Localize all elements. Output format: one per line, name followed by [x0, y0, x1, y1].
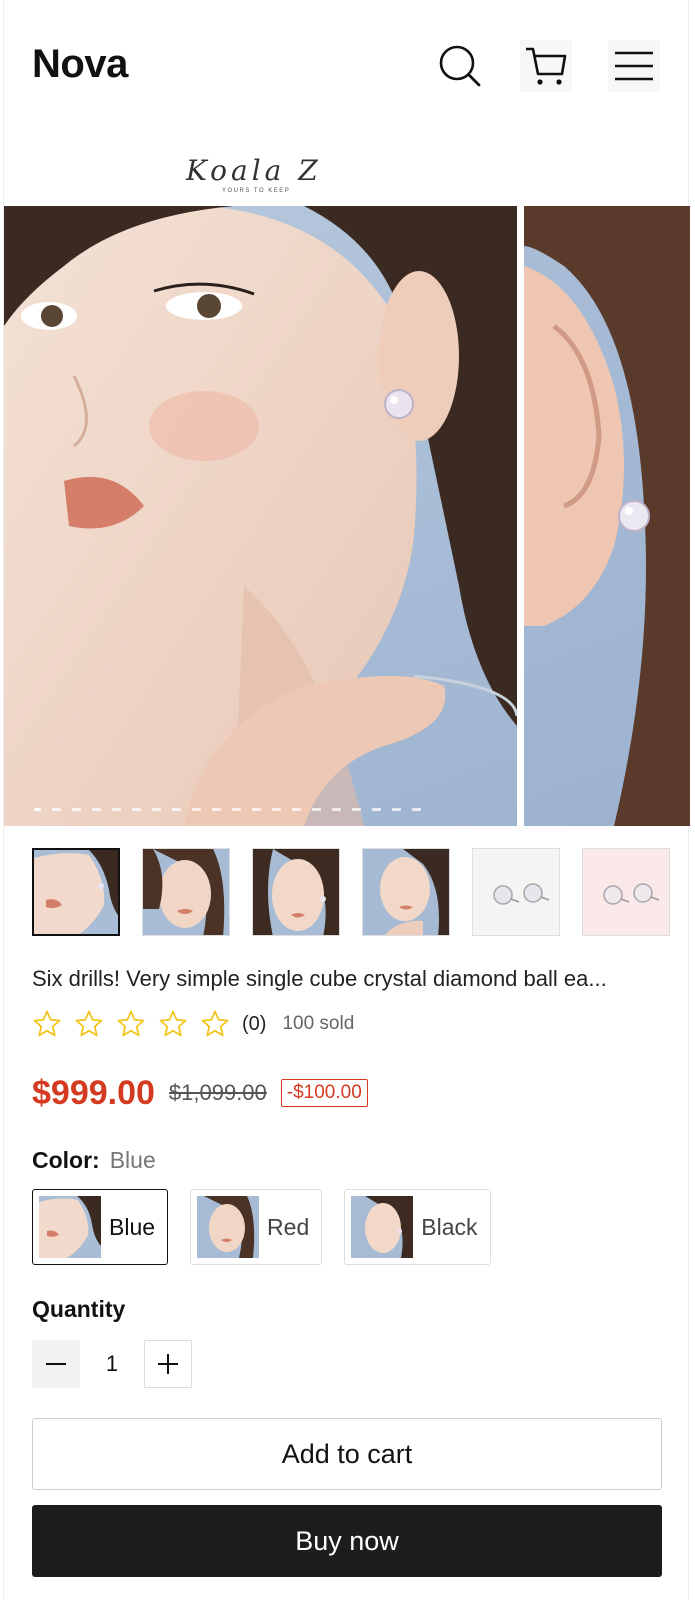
pagination-dot[interactable]	[112, 808, 121, 811]
quantity-stepper: 1	[32, 1340, 192, 1388]
pagination-dot[interactable]	[412, 808, 421, 811]
star-icon	[117, 1010, 145, 1037]
compare-price: $1,099.00	[168, 1080, 267, 1105]
thumbnail-image	[363, 849, 449, 935]
thumbnail-6[interactable]	[582, 848, 670, 936]
swatch-image	[197, 1196, 260, 1258]
pagination-dot[interactable]	[192, 808, 201, 811]
pagination-dot[interactable]	[392, 808, 401, 811]
star-icon	[201, 1010, 229, 1037]
svg-text:YOURS TO KEEP: YOURS TO KEEP	[222, 188, 290, 194]
pagination-dot[interactable]	[172, 808, 181, 811]
thumbnail-image	[253, 849, 339, 935]
discount-badge: -$100.00	[280, 1079, 368, 1107]
pagination-dot[interactable]	[272, 808, 281, 811]
star-icon	[159, 1010, 187, 1037]
quantity-value[interactable]: 1	[80, 1351, 144, 1377]
brand-name[interactable]: Nova	[32, 42, 128, 87]
product-rating[interactable]: (0) 100 sold	[32, 1009, 354, 1039]
swatch-blue[interactable]: Blue	[32, 1189, 169, 1265]
swatch-red[interactable]: Red	[190, 1189, 323, 1265]
star-icon	[33, 1010, 61, 1037]
model-ear-closeup-image	[524, 206, 690, 826]
swatch-black[interactable]: Black	[344, 1189, 491, 1265]
pagination-dot[interactable]	[332, 808, 341, 811]
sale-price: $999.00	[32, 1073, 155, 1112]
swatch-image	[39, 1196, 101, 1258]
pagination-dot[interactable]	[152, 808, 161, 811]
swatch-label: Red	[267, 1213, 310, 1240]
page-frame: Nova Koala Z YOURS TO KEEP Six drills! V…	[3, 0, 690, 1600]
color-swatches: Blue Red Black	[32, 1189, 491, 1265]
pagination-dot[interactable]	[72, 808, 81, 811]
add-to-cart-button[interactable]: Add to cart	[32, 1418, 662, 1490]
plus-icon	[158, 1354, 178, 1374]
option-selected-value: Blue	[109, 1147, 156, 1173]
sold-count: 100 sold	[282, 1013, 355, 1034]
product-gallery[interactable]	[4, 206, 690, 826]
cart-icon	[526, 47, 567, 85]
quantity-decrease-button[interactable]	[32, 1340, 80, 1388]
pagination-dot[interactable]	[132, 808, 141, 811]
menu-button[interactable]	[608, 40, 660, 92]
buy-now-button[interactable]: Buy now	[32, 1505, 662, 1577]
thumbnail-image	[143, 849, 229, 935]
pagination-dot[interactable]	[212, 808, 221, 811]
star-icon	[75, 1010, 103, 1037]
product-title: Six drills! Very simple single cube crys…	[32, 966, 607, 991]
gallery-slide-main[interactable]	[4, 206, 517, 826]
cart-button[interactable]	[520, 40, 572, 92]
menu-icon	[615, 51, 653, 81]
thumbnail-image	[583, 849, 669, 935]
thumbnail-4[interactable]	[362, 848, 450, 936]
thumbnail-2[interactable]	[142, 848, 230, 936]
thumbnail-image	[34, 850, 118, 934]
pagination-dot[interactable]	[292, 808, 301, 811]
minus-icon	[46, 1363, 66, 1365]
gallery-slide-next[interactable]	[524, 206, 690, 826]
color-option-label: Color: Blue	[32, 1147, 156, 1174]
search-button[interactable]	[434, 40, 486, 92]
pagination-dot[interactable]	[92, 808, 101, 811]
gallery-pagination	[34, 808, 421, 811]
swatch-image	[351, 1196, 414, 1258]
review-count[interactable]: (0)	[242, 1013, 266, 1036]
pagination-dot[interactable]	[34, 808, 41, 811]
pagination-dot[interactable]	[232, 808, 241, 811]
model-portrait-image	[4, 206, 517, 826]
product-brand-logo: Koala Z YOURS TO KEEP	[184, 148, 334, 198]
option-name: Color:	[32, 1147, 100, 1173]
star-rating	[32, 1009, 230, 1039]
pagination-dot[interactable]	[52, 808, 61, 811]
pagination-dot[interactable]	[372, 808, 381, 811]
quantity-increase-button[interactable]	[144, 1340, 192, 1388]
quantity-label: Quantity	[32, 1296, 126, 1322]
thumbnail-image	[473, 849, 559, 935]
swatch-label: Black	[421, 1213, 478, 1240]
thumbnail-strip[interactable]	[32, 848, 690, 936]
thumbnail-1[interactable]	[32, 848, 120, 936]
price-row: $999.00 $1,099.00 -$100.00	[32, 1072, 368, 1114]
svg-text:Koala Z: Koala Z	[185, 154, 322, 187]
pagination-dot[interactable]	[252, 808, 261, 811]
header: Nova	[4, 0, 690, 130]
thumbnail-3[interactable]	[252, 848, 340, 936]
pagination-dot[interactable]	[352, 808, 361, 811]
swatch-label: Blue	[109, 1213, 156, 1240]
thumbnail-5[interactable]	[472, 848, 560, 936]
pagination-dot[interactable]	[312, 808, 321, 811]
search-icon	[439, 45, 481, 87]
